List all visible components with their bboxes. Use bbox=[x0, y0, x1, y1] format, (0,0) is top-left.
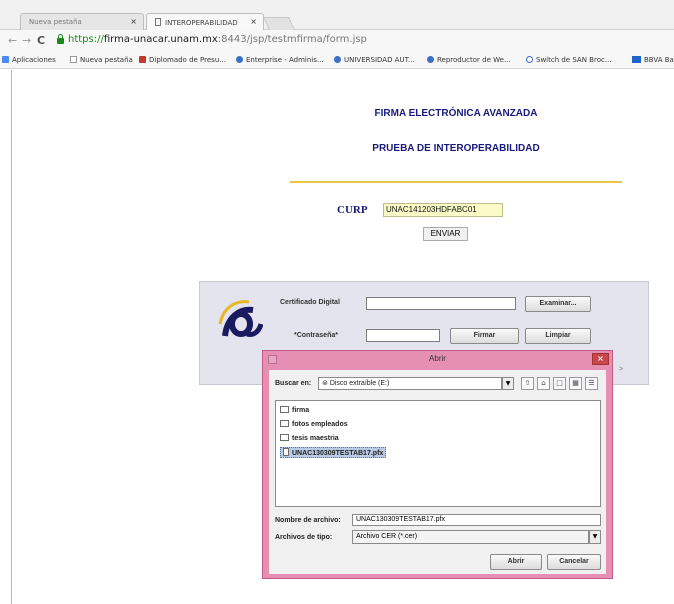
enviar-button[interactable]: ENVIAR bbox=[423, 227, 468, 241]
location-value: Disco extraíble (E:) bbox=[329, 380, 390, 387]
filename-label: Nombre de archivo: bbox=[275, 517, 341, 524]
filetype-combo[interactable]: Archivo CER (*.cer) bbox=[352, 530, 589, 544]
dialog-titlebar[interactable]: Abrir × bbox=[263, 351, 612, 368]
bookmark-apps[interactable]: Aplicaciones bbox=[2, 56, 56, 64]
page-title: FIRMA ELECTRÓNICA AVANZADA bbox=[374, 108, 538, 119]
bookmark-universidad[interactable]: UNIVERSIDAD AUT... bbox=[334, 56, 415, 64]
bookmark-reproductor[interactable]: Reproductor de We... bbox=[427, 56, 511, 64]
file-list[interactable]: firma fotos empleados tesis maestria UNA… bbox=[275, 400, 601, 507]
chevron-down-icon[interactable]: ▼ bbox=[589, 530, 601, 544]
password-label: *Contraseña* bbox=[294, 332, 338, 339]
divider bbox=[290, 181, 622, 183]
router-icon bbox=[526, 56, 533, 63]
url-field[interactable]: https://firma-unacar.unam.mx:8443/jsp/te… bbox=[68, 34, 367, 45]
firmar-button[interactable]: Firmar bbox=[450, 328, 519, 344]
bookmark-bbva[interactable]: BBVA Ba bbox=[632, 56, 674, 64]
curp-input[interactable]: UNAC141203HDFABC01 bbox=[383, 203, 503, 217]
tab-interoperabilidad[interactable]: INTEROPERABILIDAD × bbox=[146, 13, 264, 30]
bookmark-pdf-icon bbox=[139, 56, 146, 63]
bank-icon bbox=[632, 56, 641, 63]
password-field[interactable] bbox=[366, 329, 440, 342]
page-icon bbox=[70, 56, 77, 63]
file-name: tesis maestria bbox=[292, 435, 339, 442]
file-icon bbox=[283, 448, 289, 456]
bookmark-label: Diplomado de Presu... bbox=[149, 56, 226, 64]
tab-label: Nueva pestaña bbox=[29, 18, 82, 26]
bookmark-nueva-pestana[interactable]: Nueva pestaña bbox=[70, 56, 133, 64]
bookmark-label: Aplicaciones bbox=[12, 56, 56, 64]
list-item[interactable]: tesis maestria bbox=[280, 434, 339, 442]
bookmark-label: UNIVERSIDAD AUT... bbox=[344, 56, 415, 64]
limpiar-button[interactable]: Limpiar bbox=[525, 328, 591, 344]
chevron-down-icon[interactable]: ▼ bbox=[502, 377, 514, 390]
details-view-icon[interactable]: ☰ bbox=[585, 377, 598, 390]
list-item[interactable]: firma bbox=[280, 406, 309, 414]
examinar-button[interactable]: Examinar... bbox=[525, 296, 591, 312]
bookmark-label: Reproductor de We... bbox=[437, 56, 511, 64]
chevron-right-icon[interactable]: > bbox=[619, 366, 623, 373]
open-button[interactable]: Abrir bbox=[490, 554, 542, 570]
browser-window: Nueva pestaña × INTEROPERABILIDAD × ← → … bbox=[0, 0, 674, 604]
bookmark-label: BBVA Ba bbox=[644, 56, 674, 64]
cert-field[interactable] bbox=[366, 297, 516, 310]
url-host: firma-unacar.unam.mx bbox=[103, 34, 218, 45]
bookmark-enterprise[interactable]: Enterprise - Adminis... bbox=[236, 56, 324, 64]
tab-label: INTEROPERABILIDAD bbox=[165, 19, 238, 27]
dialog-title: Abrir bbox=[429, 354, 446, 363]
reload-icon[interactable]: C bbox=[37, 34, 45, 47]
folder-icon bbox=[280, 406, 289, 413]
dialog-body: Buscar en: ⊜ Disco extraíble (E:) ▼ ⇧ ⌂ … bbox=[269, 370, 606, 574]
list-item[interactable]: fotos empleados bbox=[280, 420, 348, 428]
cert-label: Certificado Digital bbox=[280, 299, 340, 306]
globe-icon bbox=[236, 56, 243, 63]
page-left-border bbox=[11, 70, 12, 604]
open-file-dialog: Abrir × Buscar en: ⊜ Disco extraíble (E:… bbox=[262, 350, 613, 579]
unam-logo-icon bbox=[218, 300, 263, 337]
address-bar: ← → C https://firma-unacar.unam.mx:8443/… bbox=[0, 30, 674, 52]
close-icon[interactable]: × bbox=[250, 17, 257, 26]
new-folder-icon[interactable]: □ bbox=[553, 377, 566, 390]
forward-arrow-icon[interactable]: → bbox=[22, 34, 31, 47]
file-name: firma bbox=[292, 407, 310, 414]
back-arrow-icon[interactable]: ← bbox=[8, 34, 17, 47]
bookmark-diplomado[interactable]: Diplomado de Presu... bbox=[139, 56, 226, 64]
list-view-icon[interactable]: ▦ bbox=[569, 377, 582, 390]
apps-grid-icon bbox=[2, 56, 9, 63]
up-folder-icon[interactable]: ⇧ bbox=[521, 377, 534, 390]
bookmark-label: Enterprise - Adminis... bbox=[246, 56, 324, 64]
file-name: UNAC130309TESTAB17.pfx bbox=[292, 450, 384, 457]
bookmark-switch[interactable]: Switch de SAN Broc... bbox=[526, 56, 612, 64]
folder-icon bbox=[280, 420, 289, 427]
drive-icon: ⊜ bbox=[322, 380, 330, 387]
tab-strip: Nueva pestaña × INTEROPERABILIDAD × bbox=[0, 0, 674, 30]
close-icon[interactable]: × bbox=[130, 17, 137, 26]
home-folder-icon[interactable]: ⌂ bbox=[537, 377, 550, 390]
page-icon bbox=[155, 18, 161, 26]
url-path: :8443/jsp/testmfirma/form.jsp bbox=[217, 34, 367, 45]
list-item-selected[interactable]: UNAC130309TESTAB17.pfx bbox=[280, 447, 387, 458]
page-subtitle: PRUEBA DE INTEROPERABILIDAD bbox=[372, 143, 540, 154]
filename-input[interactable]: UNAC130309TESTAB17.pfx bbox=[352, 514, 601, 526]
filetype-label: Archivos de tipo: bbox=[275, 534, 333, 541]
tab-new[interactable]: Nueva pestaña × bbox=[20, 13, 144, 30]
globe-icon bbox=[427, 56, 434, 63]
bookmarks-bar: Aplicaciones Nueva pestaña Diplomado de … bbox=[0, 52, 674, 69]
bookmark-label: Switch de SAN Broc... bbox=[536, 56, 612, 64]
folder-icon bbox=[280, 434, 289, 441]
bookmark-label: Nueva pestaña bbox=[80, 56, 133, 64]
cancel-button[interactable]: Cancelar bbox=[547, 554, 601, 570]
search-in-label: Buscar en: bbox=[275, 380, 312, 387]
url-scheme: https:// bbox=[68, 34, 104, 45]
globe-icon bbox=[334, 56, 341, 63]
location-combo[interactable]: ⊜ Disco extraíble (E:) bbox=[318, 377, 502, 390]
close-icon[interactable]: × bbox=[592, 353, 609, 365]
lock-icon bbox=[57, 34, 64, 44]
new-tab-button[interactable] bbox=[262, 17, 296, 30]
file-name: fotos empleados bbox=[292, 421, 348, 428]
curp-label: CURP bbox=[337, 204, 368, 216]
